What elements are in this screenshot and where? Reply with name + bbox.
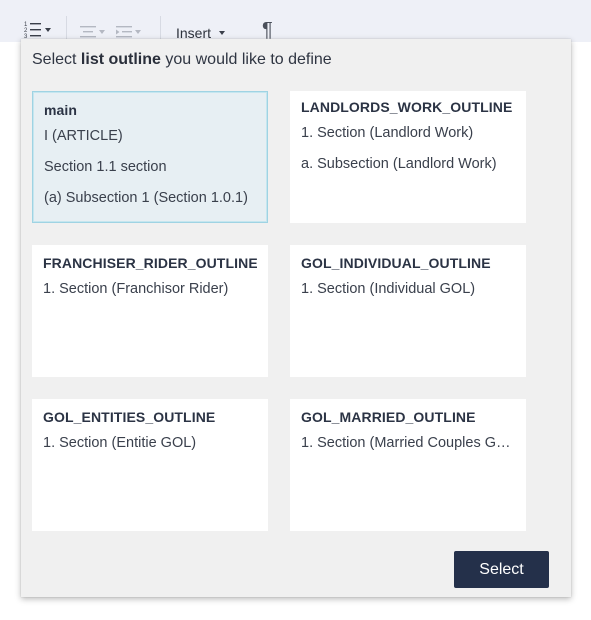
outline-name: GOL_ENTITIES_OUTLINE bbox=[43, 409, 216, 425]
outline-name: FRANCHISER_RIDER_OUTLINE bbox=[43, 255, 257, 271]
outline-name: main bbox=[44, 102, 78, 118]
outline-level: Section 1.1 section bbox=[44, 159, 167, 175]
outline-card-gol-entities[interactable]: GOL_ENTITIES_OUTLINE 1. Section (Entitie… bbox=[32, 399, 268, 531]
outline-card-gol-individual[interactable]: GOL_INDIVIDUAL_OUTLINE 1. Section (Indiv… bbox=[290, 245, 526, 377]
outline-level: 1. Section (Landlord Work) bbox=[301, 125, 474, 141]
title-prefix: Select bbox=[32, 51, 81, 68]
editor-toolbar: 1 2 3 Insert ¶ bbox=[0, 0, 591, 42]
numbered-list-icon: 1 2 3 bbox=[24, 22, 41, 40]
outline-level: I (ARTICLE) bbox=[44, 128, 123, 144]
numbered-list-button[interactable]: 1 2 3 bbox=[24, 20, 51, 40]
outline-name: GOL_MARRIED_OUTLINE bbox=[301, 409, 476, 425]
list-outline-dialog: Select list outline you would like to de… bbox=[21, 39, 571, 597]
chevron-down-icon bbox=[135, 30, 141, 34]
outline-name: LANDLORDS_WORK_OUTLINE bbox=[301, 99, 513, 115]
outline-level: a. Subsection (Landlord Work) bbox=[301, 156, 497, 172]
outline-name: GOL_INDIVIDUAL_OUTLINE bbox=[301, 255, 491, 271]
align-button[interactable] bbox=[80, 26, 105, 38]
outline-level: 1. Section (Entitie GOL) bbox=[43, 435, 197, 451]
chevron-down-icon bbox=[219, 31, 226, 35]
outline-card-gol-married[interactable]: GOL_MARRIED_OUTLINE 1. Section (Married … bbox=[290, 399, 526, 531]
select-button[interactable]: Select bbox=[454, 551, 549, 588]
outline-level: 1. Section (Individual GOL) bbox=[301, 281, 476, 297]
outline-level: 1. Section (Married Couples GOL) bbox=[301, 435, 515, 451]
indent-icon bbox=[116, 26, 132, 38]
outline-card-landlords-work[interactable]: LANDLORDS_WORK_OUTLINE 1. Section (Landl… bbox=[290, 91, 526, 223]
title-suffix: you would like to define bbox=[160, 51, 332, 68]
chevron-down-icon bbox=[45, 28, 51, 32]
outline-card-franchiser-rider[interactable]: FRANCHISER_RIDER_OUTLINE 1. Section (Fra… bbox=[32, 245, 268, 377]
indent-button[interactable] bbox=[116, 26, 141, 38]
align-icon bbox=[80, 26, 96, 38]
outline-level: 1. Section (Franchisor Rider) bbox=[43, 281, 229, 297]
outline-card-main[interactable]: main I (ARTICLE) Section 1.1 section (a)… bbox=[32, 91, 268, 223]
chevron-down-icon bbox=[99, 30, 105, 34]
outline-level: (a) Subsection 1 (Section 1.0.1) bbox=[44, 190, 248, 206]
title-bold: list outline bbox=[80, 51, 161, 68]
dialog-title: Select list outline you would like to de… bbox=[32, 51, 332, 69]
